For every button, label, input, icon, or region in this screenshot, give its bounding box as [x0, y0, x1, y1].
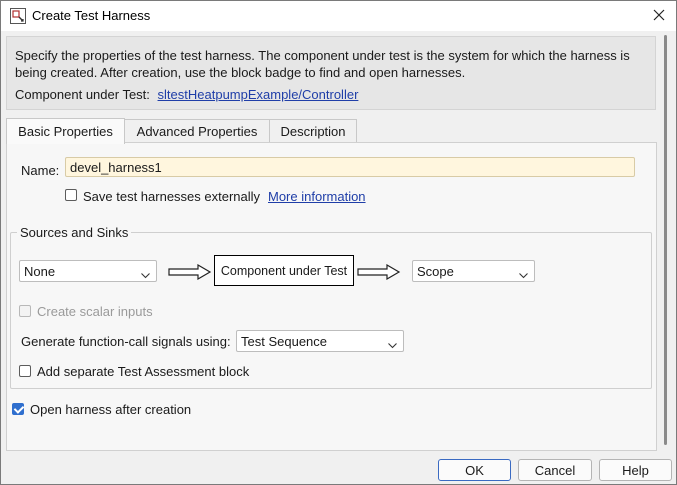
open-harness-checkbox[interactable]: [12, 403, 24, 415]
tab-basic-properties[interactable]: Basic Properties: [6, 118, 125, 144]
ok-button-label: OK: [465, 462, 484, 478]
tab-description[interactable]: Description: [269, 119, 357, 143]
create-scalar-inputs-checkbox: [19, 305, 31, 317]
cancel-button-label: Cancel: [534, 462, 576, 478]
cancel-button[interactable]: Cancel: [518, 459, 592, 481]
right-arrow-icon: [168, 263, 212, 283]
add-test-assessment-label: Add separate Test Assessment block: [37, 364, 250, 379]
more-information-link[interactable]: More information: [268, 189, 366, 204]
tab-label: Description: [280, 124, 346, 139]
vertical-scrollbar[interactable]: [661, 33, 669, 447]
tab-advanced-properties[interactable]: Advanced Properties: [124, 119, 270, 143]
help-button[interactable]: Help: [599, 459, 672, 481]
component-under-test-link[interactable]: sltestHeatpumpExample/Controller: [158, 87, 359, 102]
open-harness-label: Open harness after creation: [30, 402, 192, 417]
chevron-down-icon: [141, 267, 150, 282]
component-under-test-label: Component under Test:: [15, 87, 150, 102]
name-label: Name:: [21, 163, 60, 178]
add-test-assessment-checkbox[interactable]: [19, 365, 31, 377]
description-panel: Specify the properties of the test harne…: [6, 36, 656, 110]
function-call-signals-label: Generate function-call signals using:: [21, 334, 231, 349]
title-bar: Create Test Harness: [1, 1, 676, 31]
create-test-harness-dialog: Create Test Harness Specify the properti…: [0, 0, 677, 485]
tab-label: Basic Properties: [18, 124, 113, 139]
function-call-select-value: Test Sequence: [241, 334, 328, 349]
create-scalar-inputs-label: Create scalar inputs: [37, 304, 153, 319]
sink-select-value: Scope: [417, 264, 454, 279]
tab-label: Advanced Properties: [136, 124, 258, 139]
window-title: Create Test Harness: [32, 8, 151, 23]
sink-select[interactable]: Scope: [412, 260, 535, 282]
simulink-harness-icon: [10, 8, 26, 24]
function-call-select[interactable]: Test Sequence: [236, 330, 404, 352]
chevron-down-icon: [519, 267, 528, 282]
source-select-value: None: [24, 264, 56, 279]
component-under-test-row: Component under Test: sltestHeatpumpExam…: [15, 87, 358, 102]
harness-name-input[interactable]: devel_harness1: [65, 157, 635, 177]
description-text: Specify the properties of the test harne…: [15, 48, 630, 80]
close-button[interactable]: [642, 1, 676, 31]
chevron-down-icon: [388, 337, 397, 352]
help-button-label: Help: [622, 462, 649, 478]
basic-properties-panel: Name: devel_harness1 Save test harnesses…: [6, 142, 657, 451]
right-arrow-icon: [357, 263, 401, 283]
save-externally-label: Save test harnesses externally: [83, 189, 261, 204]
ok-button[interactable]: OK: [438, 459, 511, 481]
source-select[interactable]: None: [19, 260, 157, 282]
close-icon: [653, 9, 665, 24]
component-under-test-box-label: Component under Test: [220, 263, 348, 278]
component-under-test-box: Component under Test: [214, 255, 354, 286]
scrollbar-thumb[interactable]: [664, 35, 667, 445]
sources-and-sinks-title: Sources and Sinks: [17, 225, 132, 240]
save-externally-checkbox[interactable]: [65, 189, 77, 201]
